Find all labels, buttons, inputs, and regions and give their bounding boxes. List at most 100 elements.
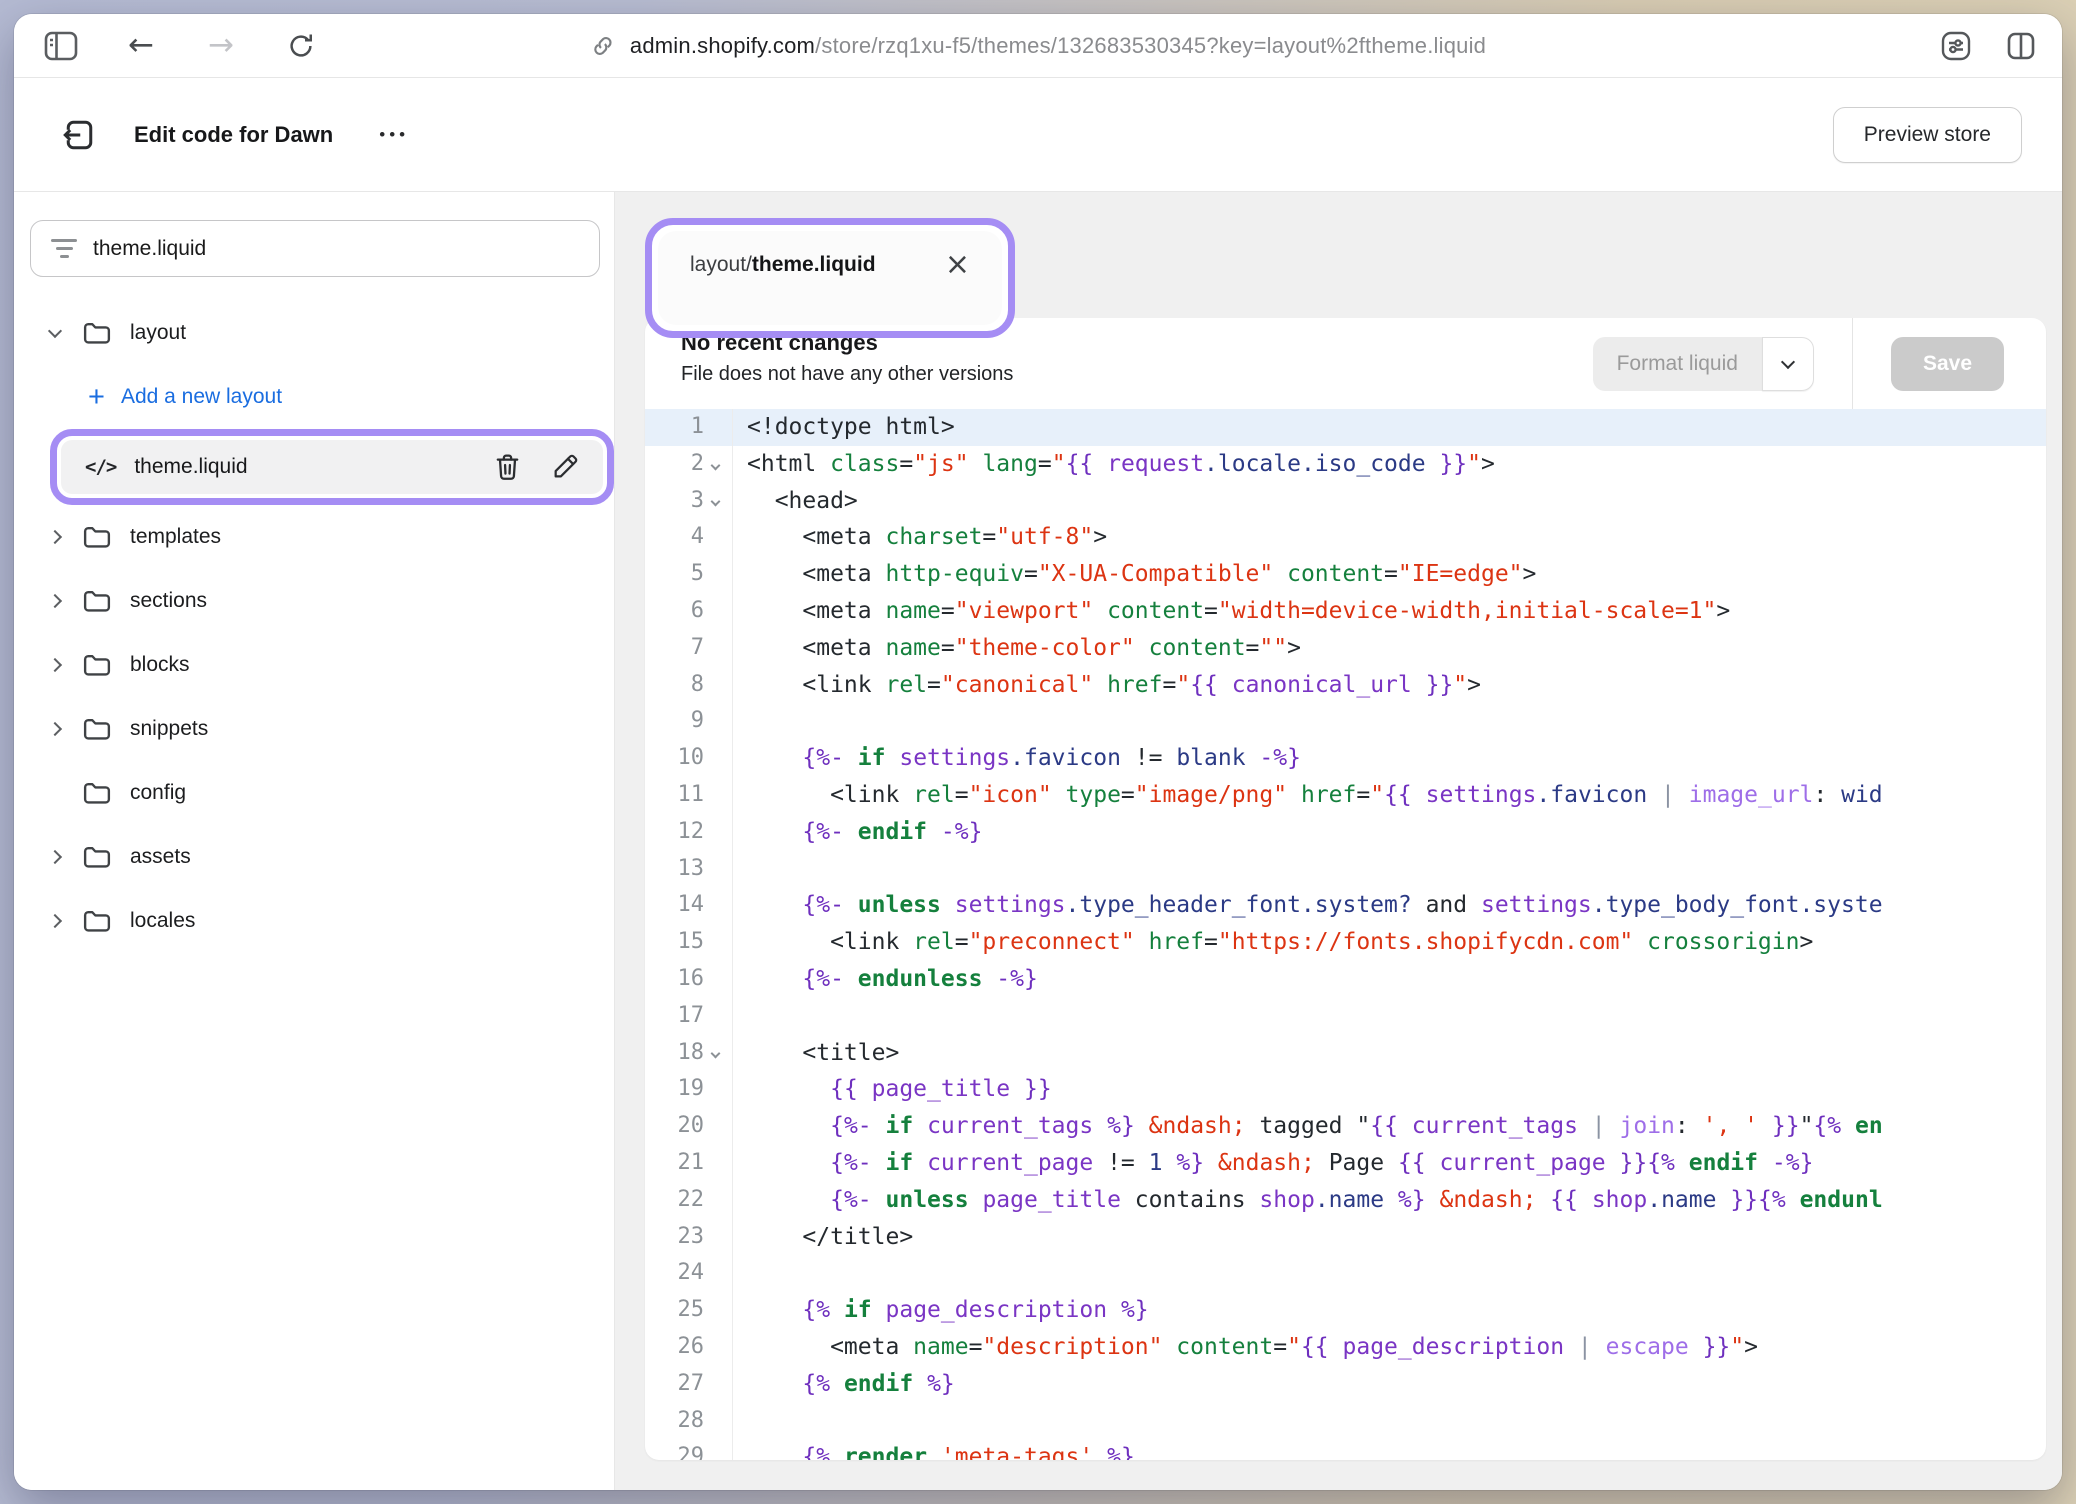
code-line[interactable]: 23 </title> bbox=[645, 1219, 2046, 1256]
code-line[interactable]: 10 {%- if settings.favicon != blank -%} bbox=[645, 740, 2046, 777]
format-liquid-button[interactable]: Format liquid bbox=[1593, 337, 1762, 391]
close-tab-icon[interactable]: × bbox=[945, 250, 970, 280]
code-line[interactable]: 17 bbox=[645, 998, 2046, 1035]
format-liquid-dropdown[interactable] bbox=[1762, 337, 1814, 391]
code-line[interactable]: 2<html class="js" lang="{{ request.local… bbox=[645, 446, 2046, 483]
code-line[interactable]: 26 <meta name="description" content="{{ … bbox=[645, 1329, 2046, 1366]
sidebar-item-templates[interactable]: templates bbox=[14, 505, 614, 569]
code-line-text: <meta name="viewport" content="width=dev… bbox=[733, 593, 2046, 630]
code-line-text: {% render 'meta-tags' %} bbox=[733, 1439, 2046, 1460]
code-line-text: <link rel="preconnect" href="https://fon… bbox=[733, 924, 2046, 961]
file-search-box[interactable] bbox=[30, 220, 600, 277]
fold-chevron-icon[interactable] bbox=[710, 1049, 720, 1059]
rename-file-icon[interactable] bbox=[551, 453, 579, 481]
filter-icon bbox=[51, 239, 77, 258]
add-layout-label: Add a new layout bbox=[121, 385, 282, 409]
code-line-text: <link rel="canonical" href="{{ canonical… bbox=[733, 667, 2046, 704]
folder-label: blocks bbox=[130, 653, 190, 677]
code-line-text: </title> bbox=[733, 1219, 2046, 1256]
line-number: 12 bbox=[645, 814, 733, 851]
code-line[interactable]: 24 bbox=[645, 1255, 2046, 1292]
selected-file-highlight: </>theme.liquid bbox=[50, 429, 614, 505]
sidebar-item-assets[interactable]: assets bbox=[14, 825, 614, 889]
code-line[interactable]: 4 <meta charset="utf-8"> bbox=[645, 519, 2046, 556]
code-line[interactable]: 8 <link rel="canonical" href="{{ canonic… bbox=[645, 667, 2046, 704]
more-actions-button[interactable]: ••• bbox=[379, 125, 409, 145]
reload-icon[interactable] bbox=[284, 29, 318, 63]
preview-store-button[interactable]: Preview store bbox=[1833, 107, 2022, 163]
sidebar-item-blocks[interactable]: blocks bbox=[14, 633, 614, 697]
code-line-text: <meta http-equiv="X-UA-Compatible" conte… bbox=[733, 556, 2046, 593]
chevron-right-icon[interactable] bbox=[48, 594, 62, 608]
line-number: 20 bbox=[645, 1108, 733, 1145]
code-line[interactable]: 25 {% if page_description %} bbox=[645, 1292, 2046, 1329]
sidebar-item-locales[interactable]: locales bbox=[14, 889, 614, 953]
chevron-right-icon[interactable] bbox=[48, 658, 62, 672]
code-line-text: <meta name="theme-color" content=""> bbox=[733, 630, 2046, 667]
sidebar-item-sections[interactable]: sections bbox=[14, 569, 614, 633]
code-line-text: {% endif %} bbox=[733, 1366, 2046, 1403]
code-line[interactable]: 29 {% render 'meta-tags' %} bbox=[645, 1439, 2046, 1460]
code-line[interactable]: 13 bbox=[645, 851, 2046, 888]
code-line[interactable]: 9 bbox=[645, 703, 2046, 740]
folder-label: templates bbox=[130, 525, 221, 549]
sidebar-item-snippets[interactable]: snippets bbox=[14, 697, 614, 761]
code-line[interactable]: 6 <meta name="viewport" content="width=d… bbox=[645, 593, 2046, 630]
sidebar-item-layout[interactable]: layout bbox=[14, 301, 614, 365]
code-line[interactable]: 5 <meta http-equiv="X-UA-Compatible" con… bbox=[645, 556, 2046, 593]
editor-toolbar: Format liquid Save bbox=[1593, 318, 2046, 409]
chevron-right-icon[interactable] bbox=[48, 530, 62, 544]
code-line[interactable]: 11 <link rel="icon" type="image/png" hre… bbox=[645, 777, 2046, 814]
code-editor[interactable]: 1<!doctype html>2<html class="js" lang="… bbox=[645, 409, 2046, 1460]
line-number: 17 bbox=[645, 998, 733, 1035]
back-icon[interactable]: ← bbox=[124, 29, 158, 63]
fold-chevron-icon[interactable] bbox=[710, 460, 720, 470]
address-bar[interactable]: admin.shopify.com/store/rzq1xu-f5/themes… bbox=[590, 33, 1486, 59]
save-button[interactable]: Save bbox=[1891, 337, 2004, 391]
code-line[interactable]: 1<!doctype html> bbox=[645, 409, 2046, 446]
code-line-text: {%- if current_page != 1 %} &ndash; Page… bbox=[733, 1145, 2046, 1182]
folder-label: config bbox=[130, 781, 186, 805]
folder-icon bbox=[82, 845, 112, 870]
code-line[interactable]: 20 {%- if current_tags %} &ndash; tagged… bbox=[645, 1108, 2046, 1145]
code-line[interactable]: 12 {%- endif -%} bbox=[645, 814, 2046, 851]
sidebar-item-config[interactable]: config bbox=[14, 761, 614, 825]
code-line[interactable]: 27 {% endif %} bbox=[645, 1366, 2046, 1403]
chevron-right-icon[interactable] bbox=[48, 914, 62, 928]
delete-file-icon[interactable] bbox=[494, 453, 521, 482]
code-line[interactable]: 21 {%- if current_page != 1 %} &ndash; P… bbox=[645, 1145, 2046, 1182]
line-number: 5 bbox=[645, 556, 733, 593]
sidebar-file-theme-liquid[interactable]: </>theme.liquid bbox=[61, 440, 603, 494]
code-line[interactable]: 7 <meta name="theme-color" content=""> bbox=[645, 630, 2046, 667]
active-tab-highlight: layout/theme.liquid × bbox=[645, 218, 1015, 338]
line-number: 27 bbox=[645, 1366, 733, 1403]
forward-icon[interactable]: → bbox=[204, 29, 238, 63]
editor-main: layout/theme.liquid × No recent changes … bbox=[615, 192, 2062, 1490]
line-number: 24 bbox=[645, 1255, 733, 1292]
sidebar-toggle-icon[interactable] bbox=[44, 29, 78, 63]
fold-chevron-icon[interactable] bbox=[710, 497, 720, 507]
code-line-text: {%- endif -%} bbox=[733, 814, 2046, 851]
code-line[interactable]: 19 {{ page_title }} bbox=[645, 1071, 2046, 1108]
folder-label: layout bbox=[130, 321, 186, 345]
search-input[interactable] bbox=[93, 237, 579, 261]
code-line[interactable]: 15 <link rel="preconnect" href="https://… bbox=[645, 924, 2046, 961]
folder-label: assets bbox=[130, 845, 191, 869]
code-line[interactable]: 3 <head> bbox=[645, 483, 2046, 520]
code-line[interactable]: 16 {%- endunless -%} bbox=[645, 961, 2046, 998]
code-line[interactable]: 22 {%- unless page_title contains shop.n… bbox=[645, 1182, 2046, 1219]
code-line[interactable]: 28 bbox=[645, 1403, 2046, 1440]
code-line[interactable]: 18 <title> bbox=[645, 1035, 2046, 1072]
chevron-right-icon[interactable] bbox=[48, 850, 62, 864]
file-sidebar: layout +Add a new layout </>theme.liquid te… bbox=[14, 192, 615, 1490]
split-view-icon[interactable] bbox=[2006, 31, 2036, 61]
add-layout-button[interactable]: +Add a new layout bbox=[14, 365, 614, 429]
tab-layout-theme-liquid[interactable]: layout/theme.liquid × bbox=[658, 231, 1002, 325]
chevron-down-icon[interactable] bbox=[48, 324, 62, 338]
code-line-text: {{ page_title }} bbox=[733, 1071, 2046, 1108]
exit-editor-button[interactable] bbox=[60, 117, 96, 153]
chevron-right-icon[interactable] bbox=[48, 722, 62, 736]
folder-icon bbox=[82, 525, 112, 550]
browser-settings-icon[interactable] bbox=[1940, 30, 1972, 62]
code-line[interactable]: 14 {%- unless settings.type_header_font.… bbox=[645, 887, 2046, 924]
